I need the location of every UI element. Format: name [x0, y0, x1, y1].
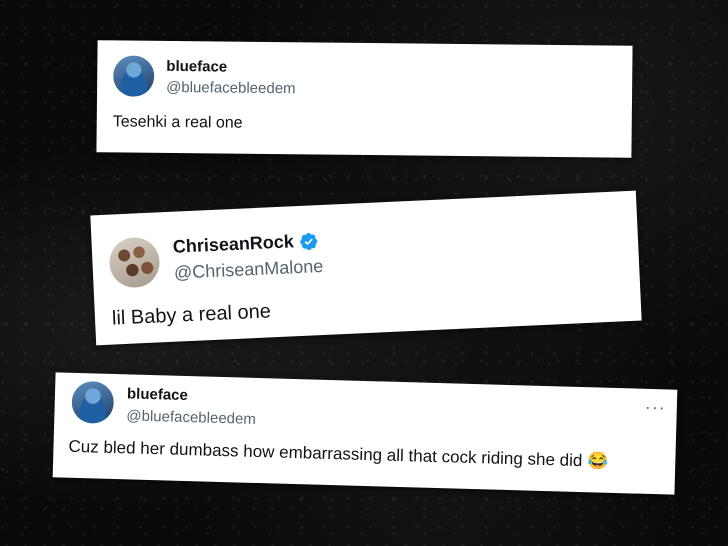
tweet-text-body: Cuz bled her dumbass how embarrassing al…: [68, 436, 583, 471]
author-name-text: blueface: [166, 57, 228, 76]
tweet-author-name[interactable]: ChriseanRock: [172, 230, 319, 258]
author-name-text: blueface: [126, 385, 189, 405]
verified-badge-icon: [300, 232, 318, 250]
tweet-text: lil Baby a real one: [111, 300, 272, 330]
profile-avatar-icon[interactable]: [113, 55, 155, 97]
more-options-icon[interactable]: ···: [645, 397, 667, 418]
tweet-text: Tesehki a real one: [112, 113, 243, 132]
tweet-author-name[interactable]: blueface: [127, 385, 188, 404]
tweet-author-name[interactable]: blueface: [166, 58, 227, 76]
tweet-card[interactable]: blueface @bluefacebleedem ··· Cuz bled h…: [52, 372, 678, 495]
tweet-card[interactable]: ChriseanRock @ChriseanMalone lil Baby a …: [90, 190, 642, 346]
tweet-text: Cuz bled her dumbass how embarrassing al…: [68, 437, 608, 472]
tweet-card[interactable]: blueface @bluefacebleedem Tesehki a real…: [96, 40, 633, 158]
tweet-author-handle[interactable]: @ChriseanMalone: [174, 256, 324, 284]
profile-avatar-icon[interactable]: [108, 236, 161, 289]
tweet-author-handle[interactable]: @bluefacebleedem: [166, 79, 296, 97]
author-name-text: ChriseanRock: [172, 231, 295, 257]
tweet-author-handle[interactable]: @bluefacebleedem: [126, 407, 256, 428]
laughing-tears-emoji-icon: 😂: [586, 451, 609, 471]
profile-avatar-icon[interactable]: [71, 380, 115, 424]
